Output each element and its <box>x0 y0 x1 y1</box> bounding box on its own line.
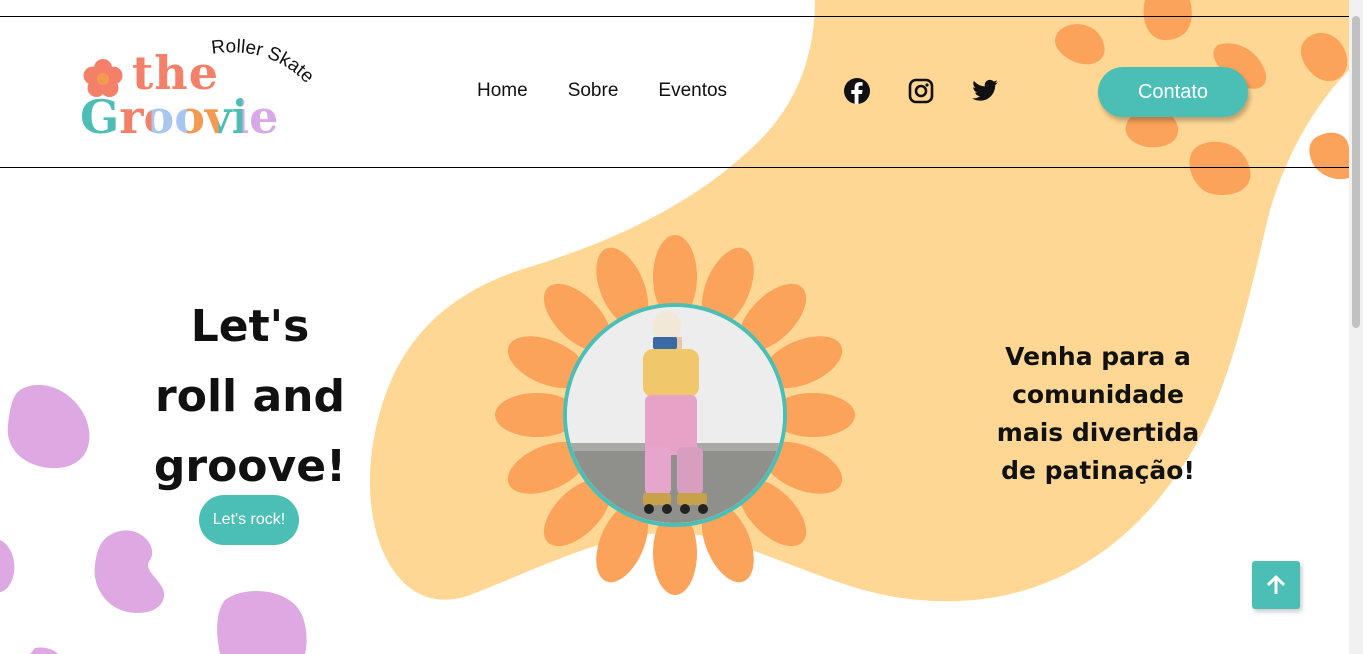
skater-illustration <box>567 307 783 523</box>
hero-title: Let's roll and groove! <box>130 292 370 502</box>
contact-button[interactable]: Contato <box>1098 67 1248 117</box>
header-top-border <box>0 16 1349 17</box>
nav-sobre[interactable]: Sobre <box>568 80 619 102</box>
facebook-icon[interactable] <box>843 77 871 105</box>
svg-text:Roller Skate: Roller Skate <box>210 36 318 87</box>
hero-tagline: Venha para a comunidade mais divertida d… <box>980 338 1216 490</box>
logo[interactable]: the Groovie Roller Skate <box>80 36 340 148</box>
social-links <box>843 77 999 105</box>
tagline-line-1: Venha para a <box>1005 342 1191 371</box>
hero-title-line-1: Let's <box>190 301 310 352</box>
hero-title-line-2: roll and <box>155 371 345 422</box>
arrow-up-icon <box>1266 575 1286 594</box>
main-nav: Home Sobre Eventos <box>477 80 727 102</box>
lets-rock-button[interactable]: Let's rock! <box>199 495 299 545</box>
twitter-icon[interactable] <box>971 77 999 105</box>
page-scrollbar[interactable] <box>1349 0 1363 654</box>
hero-photo <box>563 303 787 527</box>
scrollbar-thumb[interactable] <box>1352 16 1360 328</box>
nav-eventos[interactable]: Eventos <box>658 80 727 102</box>
hero-title-line-3: groove! <box>153 441 347 492</box>
back-to-top-button[interactable] <box>1252 561 1300 609</box>
header-bottom-border <box>0 167 1349 168</box>
nav-home[interactable]: Home <box>477 80 528 102</box>
tagline-line-4: de patinação! <box>1001 456 1195 485</box>
instagram-icon[interactable] <box>907 77 935 105</box>
logo-tagline-arc: Roller Skate <box>210 36 318 87</box>
tagline-line-3: mais divertida <box>996 418 1200 447</box>
tagline-line-2: comunidade <box>1012 380 1184 409</box>
